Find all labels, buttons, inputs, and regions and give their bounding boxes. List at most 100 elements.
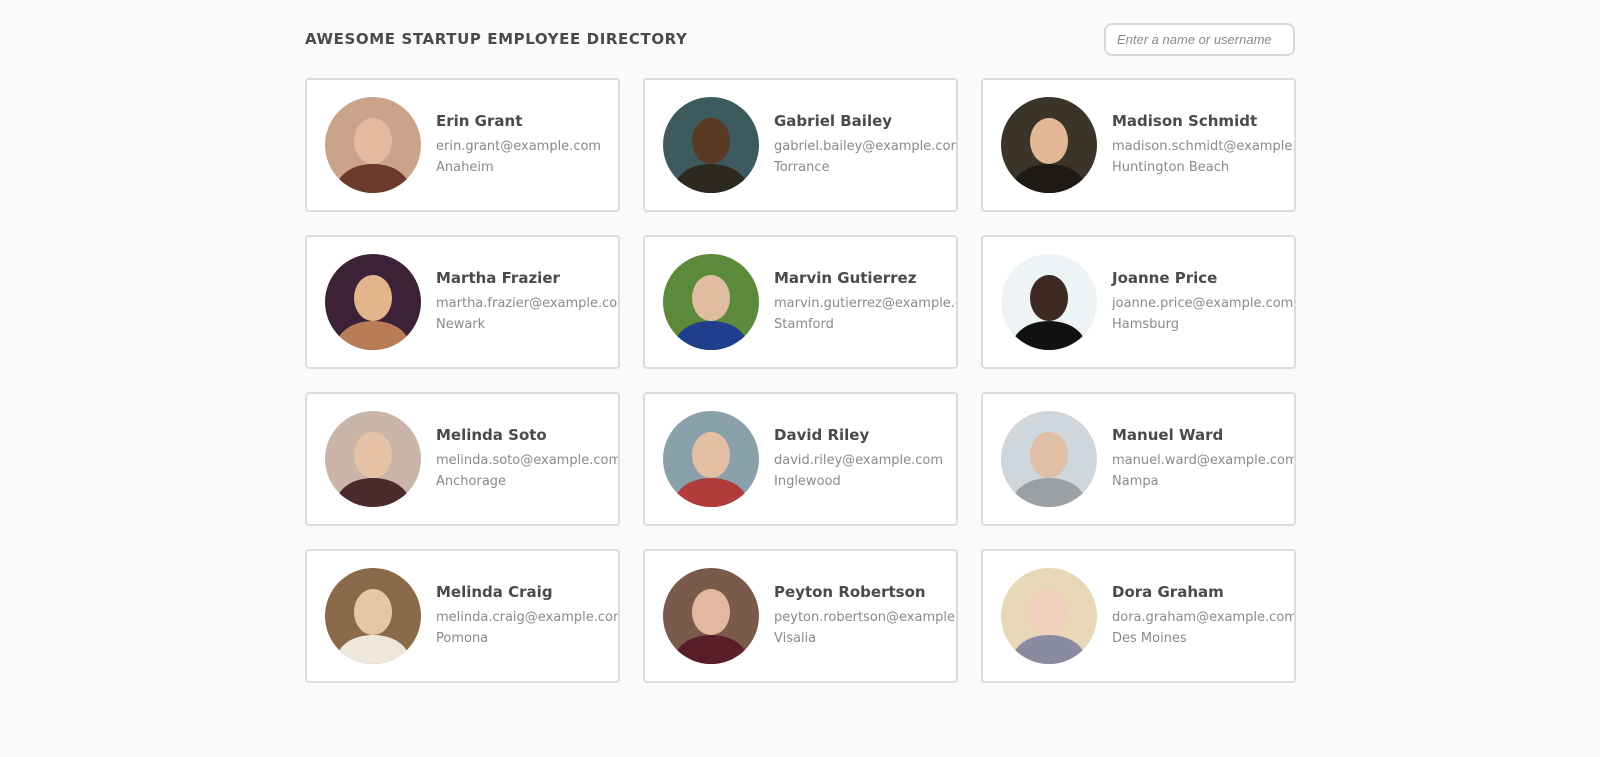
directory-page: AWESOME STARTUP EMPLOYEE DIRECTORY Erin … xyxy=(0,0,1600,757)
employee-city: Stamford xyxy=(774,317,834,332)
employee-name: Joanne Price xyxy=(1112,269,1218,287)
employee-card[interactable]: Erin Grant erin.grant@example.com Anaheim xyxy=(305,78,620,212)
employee-email: erin.grant@example.com xyxy=(436,139,602,154)
avatar-shoulders xyxy=(1012,478,1086,507)
avatar-face xyxy=(1029,432,1069,479)
employee-city: Anaheim xyxy=(436,160,494,175)
employee-city: Huntington Beach xyxy=(1112,160,1230,175)
avatar-face xyxy=(1029,118,1069,165)
avatar-face xyxy=(1029,275,1069,322)
avatar xyxy=(663,411,759,507)
employee-card[interactable]: Manuel Ward manuel.ward@example.com Nampa xyxy=(981,392,1296,526)
employee-name: Martha Frazier xyxy=(436,269,560,287)
avatar-shoulders xyxy=(1012,635,1086,664)
avatar-shoulders xyxy=(336,478,410,507)
employee-email: manuel.ward@example.com xyxy=(1112,453,1296,468)
avatar-face xyxy=(691,432,731,479)
avatar xyxy=(1001,97,1097,193)
employee-name: David Riley xyxy=(774,426,870,444)
avatar xyxy=(663,568,759,664)
employee-info: Melinda Soto melinda.soto@example.com Anch… xyxy=(436,426,620,492)
employee-card[interactable]: Martha Frazier martha.frazier@example.com… xyxy=(305,235,620,369)
employee-name: Melinda Soto xyxy=(436,426,547,444)
avatar xyxy=(325,411,421,507)
employee-info: Gabriel Bailey gabriel.bailey@example.com… xyxy=(774,112,958,178)
employee-info: Madison Schmidt madison.schmidt@example.c… xyxy=(1112,112,1294,178)
employee-name: Madison Schmidt xyxy=(1112,112,1258,130)
employee-email: melinda.craig@example.com xyxy=(436,610,620,625)
avatar-shoulders xyxy=(336,321,410,350)
employee-email: david.riley@example.com xyxy=(774,453,944,468)
employee-name: Melinda Craig xyxy=(436,583,553,601)
avatar-face xyxy=(353,118,393,165)
employee-city: Hamsburg xyxy=(1112,317,1180,332)
avatar-shoulders xyxy=(674,478,748,507)
employee-card[interactable]: David Riley david.riley@example.com Inglew… xyxy=(643,392,958,526)
employee-info: Erin Grant erin.grant@example.com Anaheim xyxy=(436,112,601,178)
employee-city: Pomona xyxy=(436,631,489,646)
employee-email: peyton.robertson@example.com xyxy=(774,610,956,625)
avatar-face xyxy=(353,275,393,322)
avatar xyxy=(663,97,759,193)
header: AWESOME STARTUP EMPLOYEE DIRECTORY xyxy=(305,22,1295,56)
employee-email: marvin.gutierrez@example.com xyxy=(774,296,956,311)
employee-info: Martha Frazier martha.frazier@example.com… xyxy=(436,269,620,335)
employee-info: David Riley david.riley@example.com Inglew… xyxy=(774,426,943,492)
avatar-shoulders xyxy=(674,164,748,193)
employee-city: Anchorage xyxy=(436,474,507,489)
employee-info: Dora Graham dora.graham@example.com Des Mo… xyxy=(1112,583,1296,649)
employee-card[interactable]: Marvin Gutierrez marvin.gutierrez@example… xyxy=(643,235,958,369)
employee-email: madison.schmidt@example.com xyxy=(1112,139,1294,154)
employee-email: gabriel.bailey@example.com xyxy=(774,139,958,154)
employee-city: Newark xyxy=(436,317,486,332)
avatar xyxy=(1001,411,1097,507)
employee-info: Peyton Robertson peyton.robertson@example… xyxy=(774,583,956,649)
avatar xyxy=(325,568,421,664)
employee-card[interactable]: Gabriel Bailey gabriel.bailey@example.com… xyxy=(643,78,958,212)
avatar xyxy=(1001,568,1097,664)
avatar-face xyxy=(1029,589,1069,636)
employee-card[interactable]: Peyton Robertson peyton.robertson@example… xyxy=(643,549,958,683)
avatar xyxy=(325,97,421,193)
avatar-face xyxy=(353,589,393,636)
employee-city: Inglewood xyxy=(774,474,841,489)
employee-info: Joanne Price joanne.price@example.com Hams… xyxy=(1112,269,1293,335)
avatar-face xyxy=(691,275,731,322)
employee-email: martha.frazier@example.com xyxy=(436,296,620,311)
employee-grid: Erin Grant erin.grant@example.com Anaheim G… xyxy=(305,78,1296,683)
employee-card[interactable]: Melinda Soto melinda.soto@example.com Anch… xyxy=(305,392,620,526)
avatar-shoulders xyxy=(336,164,410,193)
avatar-shoulders xyxy=(336,635,410,664)
employee-name: Gabriel Bailey xyxy=(774,112,893,130)
avatar xyxy=(1001,254,1097,350)
avatar xyxy=(663,254,759,350)
employee-info: Marvin Gutierrez marvin.gutierrez@example… xyxy=(774,269,956,335)
avatar-shoulders xyxy=(674,635,748,664)
employee-city: Nampa xyxy=(1112,474,1159,489)
avatar-face xyxy=(691,589,731,636)
avatar-shoulders xyxy=(1012,321,1086,350)
employee-info: Melinda Craig melinda.craig@example.com Po… xyxy=(436,583,620,649)
employee-email: dora.graham@example.com xyxy=(1112,610,1296,625)
avatar-face xyxy=(353,432,393,479)
avatar xyxy=(325,254,421,350)
employee-city: Visalia xyxy=(774,631,817,646)
employee-name: Peyton Robertson xyxy=(774,583,926,601)
employee-card[interactable]: Dora Graham dora.graham@example.com Des Mo… xyxy=(981,549,1296,683)
employee-name: Manuel Ward xyxy=(1112,426,1224,444)
page-title: AWESOME STARTUP EMPLOYEE DIRECTORY xyxy=(305,30,688,48)
employee-name: Marvin Gutierrez xyxy=(774,269,917,287)
employee-city: Des Moines xyxy=(1112,631,1187,646)
employee-name: Erin Grant xyxy=(436,112,523,130)
avatar-shoulders xyxy=(1012,164,1086,193)
search-input[interactable] xyxy=(1104,22,1295,56)
employee-info: Manuel Ward manuel.ward@example.com Nampa xyxy=(1112,426,1296,492)
employee-card[interactable]: Melinda Craig melinda.craig@example.com Po… xyxy=(305,549,620,683)
avatar-face xyxy=(691,118,731,165)
employee-city: Torrance xyxy=(774,160,830,175)
employee-email: joanne.price@example.com xyxy=(1112,296,1294,311)
employee-name: Dora Graham xyxy=(1112,583,1224,601)
employee-email: melinda.soto@example.com xyxy=(436,453,620,468)
employee-card[interactable]: Madison Schmidt madison.schmidt@example.c… xyxy=(981,78,1296,212)
employee-card[interactable]: Joanne Price joanne.price@example.com Hams… xyxy=(981,235,1296,369)
